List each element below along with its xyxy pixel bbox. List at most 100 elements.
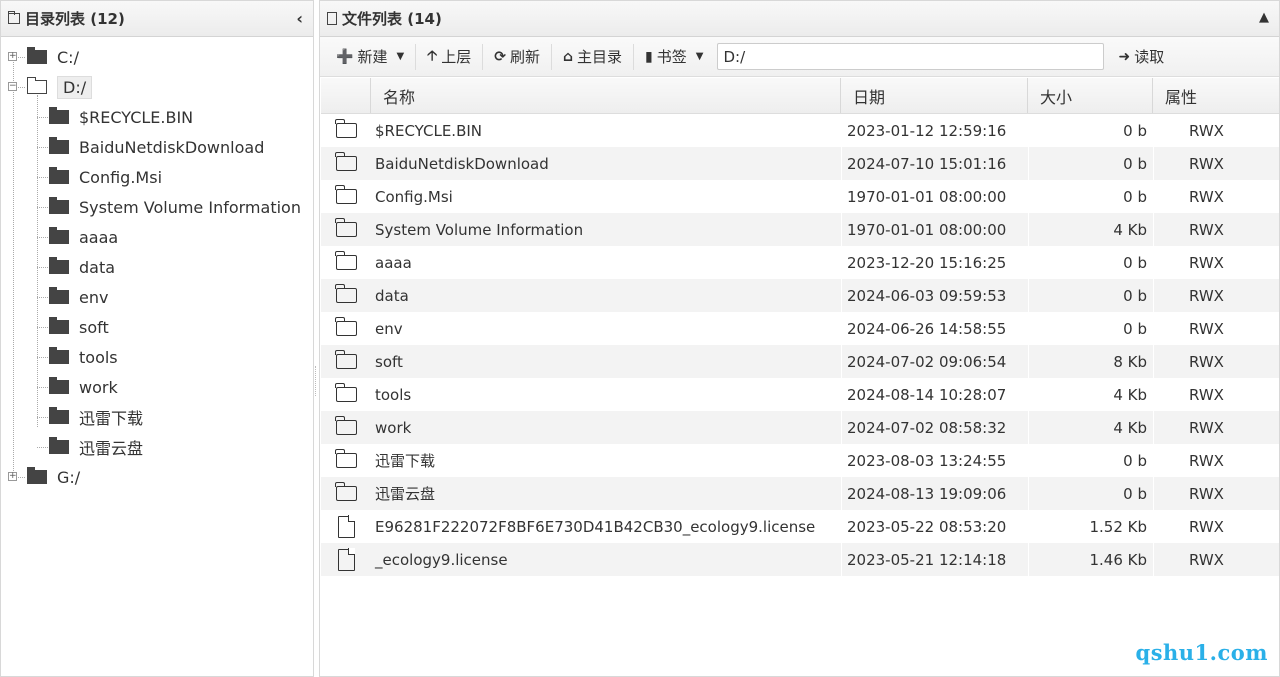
path-input[interactable] bbox=[717, 43, 1105, 70]
tree-item[interactable]: System Volume Information bbox=[49, 192, 301, 222]
row-date: 2023-12-20 15:16:25 bbox=[841, 246, 1028, 279]
table-row[interactable]: _ecology9.license 2023-05-21 12:14:18 1.46… bbox=[321, 543, 1279, 576]
up-level-button[interactable]: 🡡 上层 bbox=[419, 42, 479, 72]
folder-icon bbox=[27, 467, 47, 484]
tree-item[interactable]: $RECYCLE.BIN bbox=[49, 102, 193, 132]
row-date: 2023-08-03 13:24:55 bbox=[841, 444, 1028, 477]
tree-item[interactable]: soft bbox=[49, 312, 109, 342]
folder-icon bbox=[335, 449, 357, 468]
chevron-left-icon[interactable]: ‹ bbox=[296, 9, 303, 28]
caret-down-icon: ▼ bbox=[396, 51, 405, 62]
row-name[interactable]: $RECYCLE.BIN bbox=[371, 114, 841, 147]
tree-item[interactable]: 迅雷云盘 bbox=[49, 432, 143, 462]
row-name[interactable]: aaaa bbox=[371, 246, 841, 279]
tree-item[interactable]: 迅雷下载 bbox=[49, 402, 143, 432]
directory-tree: + C:/ − D:/ $RECYCLE.BIN BaiduNetdiskDownload… bbox=[1, 37, 313, 676]
home-icon: ⌂ bbox=[562, 48, 574, 65]
folder-icon bbox=[335, 383, 357, 402]
row-icon-cell bbox=[321, 147, 371, 180]
table-row[interactable]: E96281F222072F8BF6E730D41B42CB30_ecology… bbox=[321, 510, 1279, 543]
tree-item[interactable]: G:/ bbox=[27, 462, 80, 492]
row-size: 0 b bbox=[1028, 180, 1153, 213]
row-name[interactable]: soft bbox=[371, 345, 841, 378]
new-button[interactable]: ➕ 新建 ▼ bbox=[328, 42, 412, 72]
table-row[interactable]: 迅雷云盘 2024-08-13 19:09:06 0 b RWX bbox=[321, 477, 1279, 510]
table-row[interactable]: BaiduNetdiskDownload 2024-07-10 15:01:16 0… bbox=[321, 147, 1279, 180]
tree-item-label: D:/ bbox=[57, 75, 93, 99]
folder-icon bbox=[49, 227, 69, 244]
folder-icon bbox=[335, 284, 357, 303]
table-row[interactable]: aaaa 2023-12-20 15:16:25 0 b RWX bbox=[321, 246, 1279, 279]
table-row[interactable]: $RECYCLE.BIN 2023-01-12 12:59:16 0 b RWX bbox=[321, 114, 1279, 147]
row-name[interactable]: work bbox=[371, 411, 841, 444]
table-row[interactable]: soft 2024-07-02 09:06:54 8 Kb RWX bbox=[321, 345, 1279, 378]
tree-item-label: data bbox=[79, 257, 116, 277]
tree-item[interactable]: C:/ bbox=[27, 42, 79, 72]
row-name[interactable]: 迅雷云盘 bbox=[371, 477, 841, 510]
table-row[interactable]: env 2024-06-26 14:58:55 0 b RWX bbox=[321, 312, 1279, 345]
expand-node-icon[interactable]: + bbox=[8, 472, 17, 481]
collapse-node-icon[interactable]: − bbox=[8, 82, 17, 91]
file-icon bbox=[327, 12, 337, 25]
file-panel: 文件列表 (14) ▲ ➕ 新建 ▼ 🡡 上层 ⟳ 刷新 ⌂ 主目录 ▮ 书签 … bbox=[319, 0, 1280, 677]
folder-icon bbox=[335, 482, 357, 501]
folder-icon bbox=[335, 317, 357, 336]
toolbar: ➕ 新建 ▼ 🡡 上层 ⟳ 刷新 ⌂ 主目录 ▮ 书签 ▼ ➜ 读取 bbox=[320, 37, 1279, 77]
row-name[interactable]: E96281F222072F8BF6E730D41B42CB30_ecology… bbox=[371, 510, 841, 543]
row-size: 0 b bbox=[1028, 312, 1153, 345]
tree-item[interactable]: D:/ bbox=[27, 72, 93, 102]
tree-item[interactable]: tools bbox=[49, 342, 118, 372]
file-panel-header: 文件列表 (14) ▲ bbox=[320, 1, 1279, 37]
folder-icon bbox=[335, 416, 357, 435]
tree-item[interactable]: Config.Msi bbox=[49, 162, 162, 192]
column-header-size[interactable]: 大小 bbox=[1028, 78, 1153, 113]
tree-item-label: G:/ bbox=[57, 467, 81, 487]
refresh-button[interactable]: ⟳ 刷新 bbox=[486, 42, 548, 72]
column-header-date[interactable]: 日期 bbox=[841, 78, 1028, 113]
tree-item[interactable]: aaaa bbox=[49, 222, 118, 252]
tree-item-label: BaiduNetdiskDownload bbox=[79, 137, 265, 157]
row-name[interactable]: BaiduNetdiskDownload bbox=[371, 147, 841, 180]
table-row[interactable]: tools 2024-08-14 10:28:07 4 Kb RWX bbox=[321, 378, 1279, 411]
tree-item[interactable]: BaiduNetdiskDownload bbox=[49, 132, 264, 162]
read-button[interactable]: ➜ 读取 bbox=[1110, 42, 1172, 72]
row-size: 4 Kb bbox=[1028, 213, 1153, 246]
row-attr: RWX bbox=[1153, 345, 1279, 378]
row-name[interactable]: _ecology9.license bbox=[371, 543, 841, 576]
row-icon-cell bbox=[321, 411, 371, 444]
chevron-up-icon[interactable]: ▲ bbox=[1259, 10, 1269, 25]
table-row[interactable]: data 2024-06-03 09:59:53 0 b RWX bbox=[321, 279, 1279, 312]
row-icon-cell bbox=[321, 477, 371, 510]
watermark: qshu1.com bbox=[1135, 640, 1268, 665]
column-header-name[interactable]: 名称 bbox=[371, 78, 841, 113]
row-date: 2023-05-21 12:14:18 bbox=[841, 543, 1028, 576]
row-size: 0 b bbox=[1028, 444, 1153, 477]
home-button[interactable]: ⌂ 主目录 bbox=[555, 42, 630, 72]
tree-item-label: soft bbox=[79, 317, 109, 337]
tree-item[interactable]: env bbox=[49, 282, 108, 312]
table-row[interactable]: System Volume Information 1970-01-01 08:0… bbox=[321, 213, 1279, 246]
bookmark-button[interactable]: ▮ 书签 ▼ bbox=[637, 42, 711, 72]
row-date: 2024-07-10 15:01:16 bbox=[841, 147, 1028, 180]
tree-item[interactable]: work bbox=[49, 372, 118, 402]
folder-icon bbox=[49, 377, 69, 394]
row-name[interactable]: System Volume Information bbox=[371, 213, 841, 246]
row-attr: RWX bbox=[1153, 378, 1279, 411]
column-header-attr[interactable]: 属性 bbox=[1153, 78, 1279, 113]
folder-icon bbox=[27, 47, 47, 64]
arrow-right-icon: ➜ bbox=[1118, 48, 1131, 65]
row-attr: RWX bbox=[1153, 114, 1279, 147]
row-date: 2024-06-03 09:59:53 bbox=[841, 279, 1028, 312]
tree-item[interactable]: data bbox=[49, 252, 115, 282]
table-row[interactable]: work 2024-07-02 08:58:32 4 Kb RWX bbox=[321, 411, 1279, 444]
row-name[interactable]: Config.Msi bbox=[371, 180, 841, 213]
row-icon-cell bbox=[321, 279, 371, 312]
table-row[interactable]: Config.Msi 1970-01-01 08:00:00 0 b RWX bbox=[321, 180, 1279, 213]
row-name[interactable]: 迅雷下载 bbox=[371, 444, 841, 477]
table-row[interactable]: 迅雷下载 2023-08-03 13:24:55 0 b RWX bbox=[321, 444, 1279, 477]
row-name[interactable]: env bbox=[371, 312, 841, 345]
table-body: $RECYCLE.BIN 2023-01-12 12:59:16 0 b RWX Bai… bbox=[321, 114, 1279, 576]
row-name[interactable]: data bbox=[371, 279, 841, 312]
expand-node-icon[interactable]: + bbox=[8, 52, 17, 61]
row-name[interactable]: tools bbox=[371, 378, 841, 411]
